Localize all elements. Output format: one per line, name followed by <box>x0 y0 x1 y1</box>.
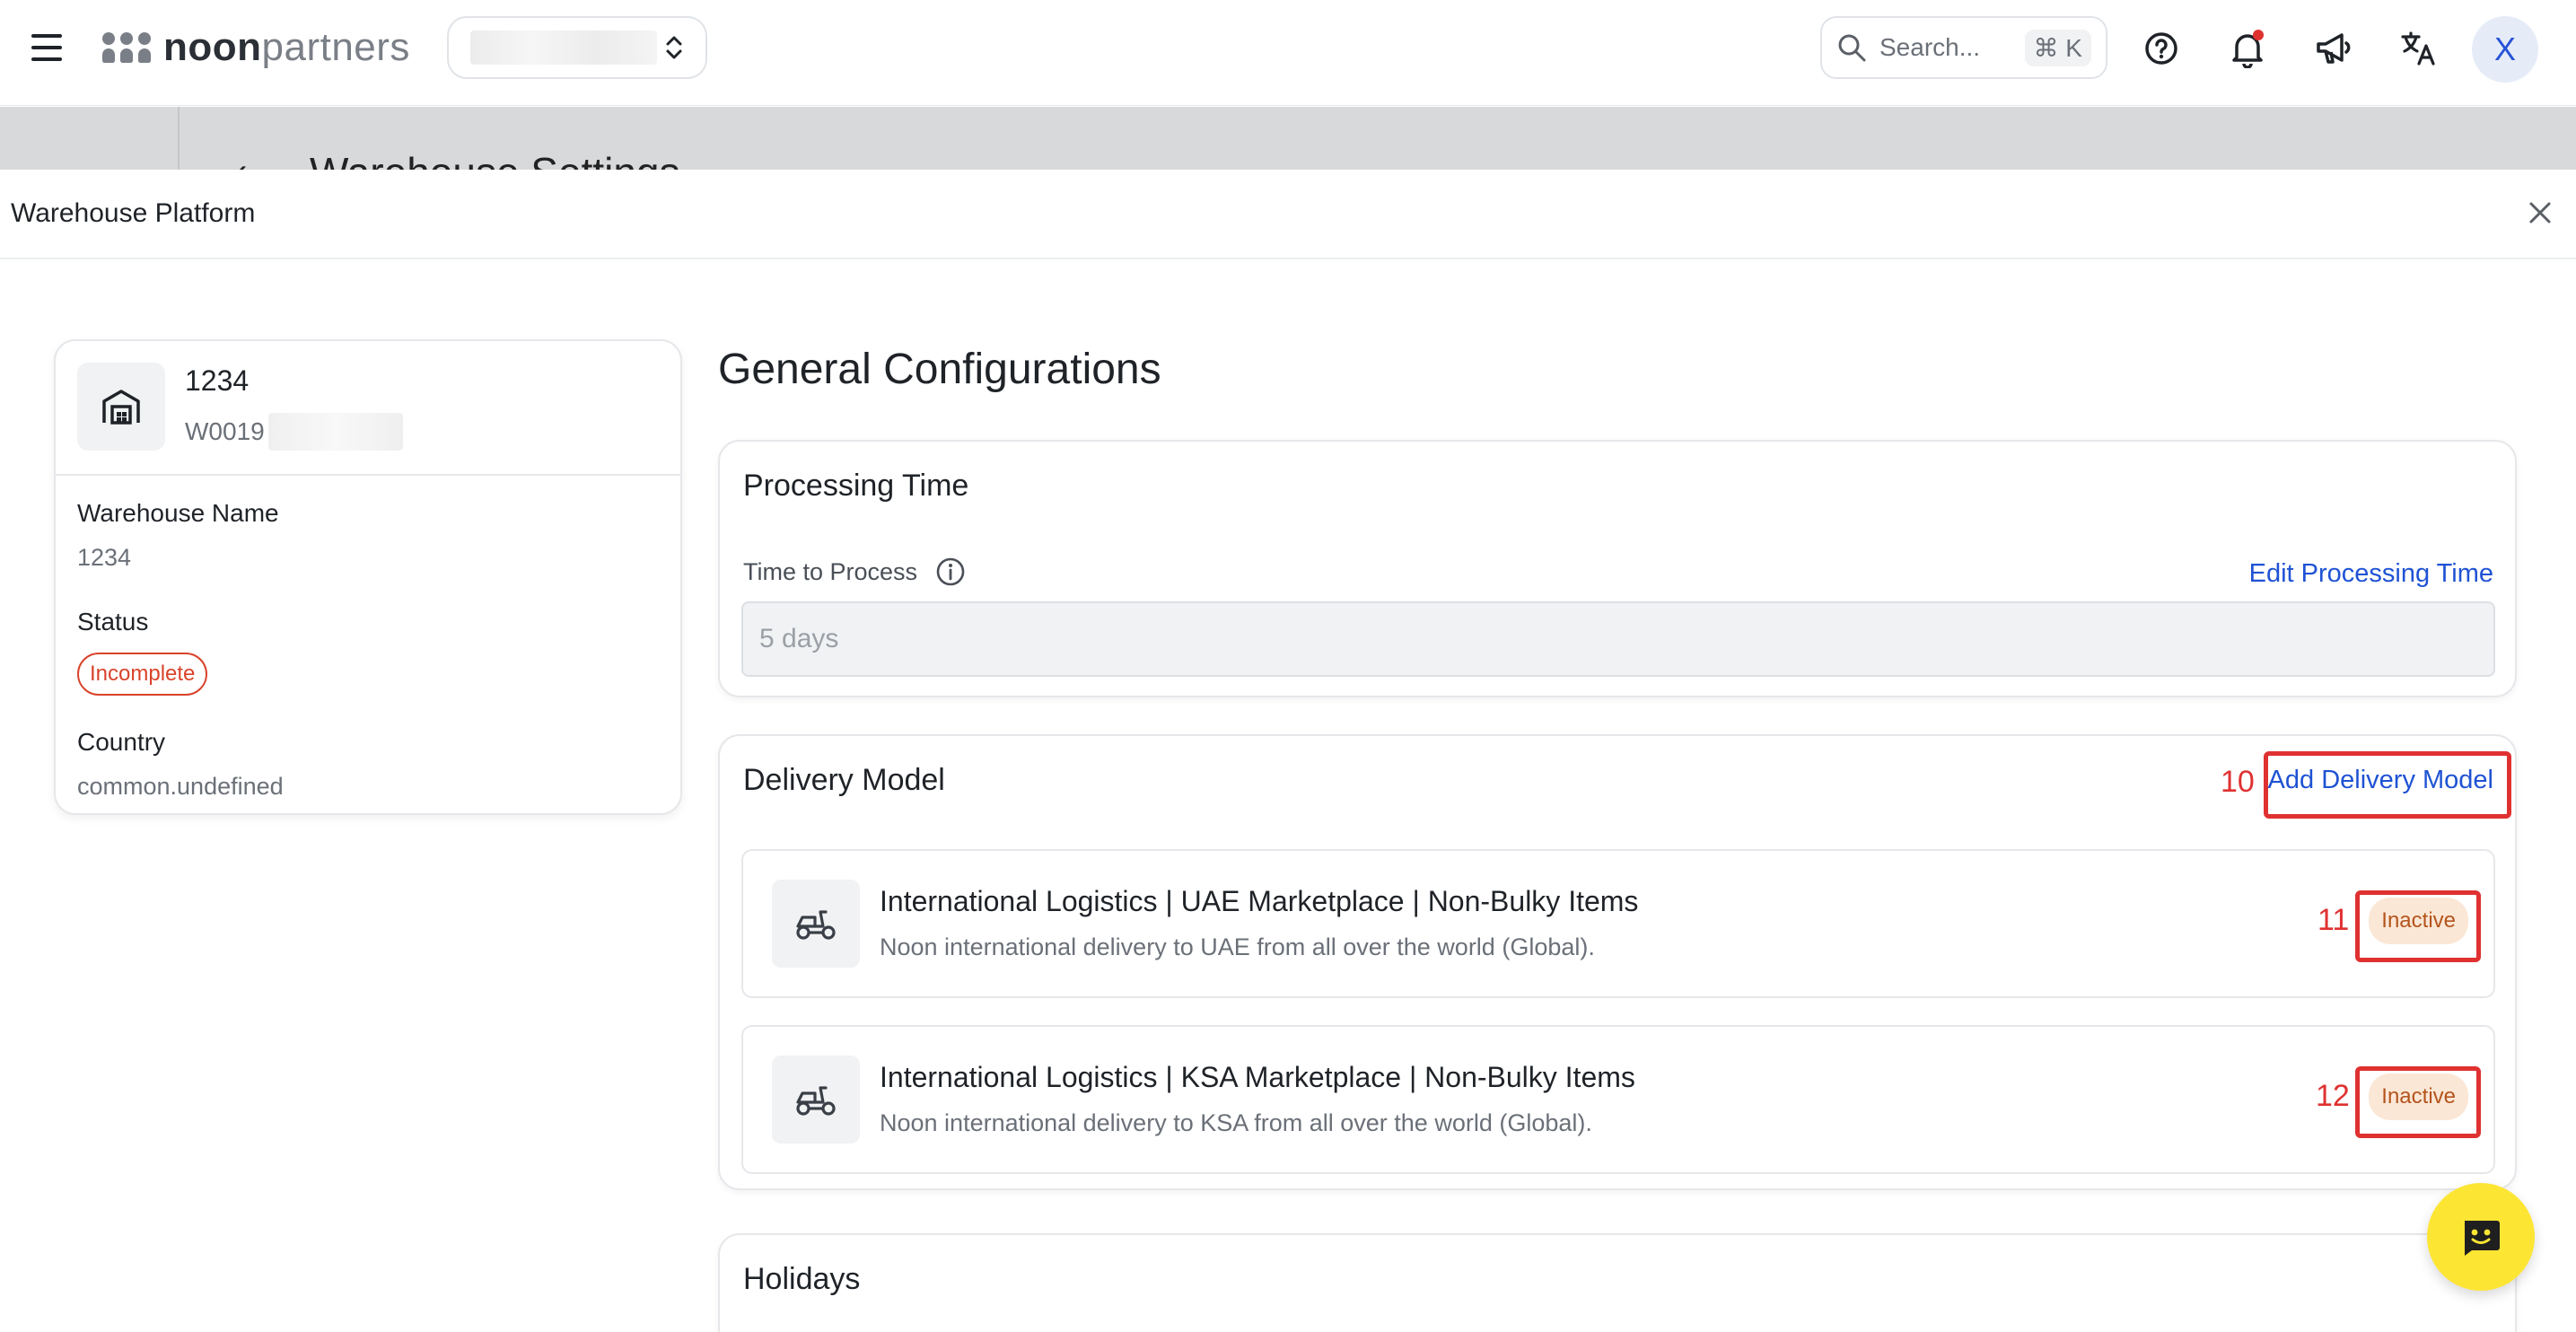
delivery-model-item[interactable]: International Logistics | KSA Marketplac… <box>741 1025 2495 1174</box>
delivery-model-description-ksa: Noon international delivery to KSA from … <box>880 1109 1592 1136</box>
close-icon[interactable] <box>2522 195 2558 231</box>
chat-bot-icon <box>2465 1221 2500 1256</box>
brand-logo[interactable]: noonpartners <box>101 23 410 72</box>
status-badge-uae: Inactive <box>2369 898 2468 944</box>
processing-time-title: Processing Time <box>743 469 969 503</box>
annotation-marker-12: 12 <box>2316 1079 2350 1113</box>
warehouse-code-prefix: W0019 <box>185 417 265 445</box>
warehouse-code: W0019 <box>185 413 403 451</box>
warehouse-id: 1234 <box>185 364 250 397</box>
delivery-model-section: Delivery Model 10 Add Delivery Model Int… <box>718 734 2517 1190</box>
country-value: common.undefined <box>77 773 284 800</box>
help-icon[interactable] <box>2140 27 2183 70</box>
brand-name-light: partners <box>261 25 410 69</box>
search-icon <box>1838 34 1866 62</box>
menu-icon[interactable] <box>29 32 65 63</box>
warehouse-platform-panel: Warehouse Platform 1234 W0019 Warehouse … <box>0 170 2576 1332</box>
delivery-model-title: Delivery Model <box>743 763 945 797</box>
add-delivery-model-link[interactable]: Add Delivery Model <box>2268 766 2493 795</box>
bell-icon[interactable] <box>2226 27 2269 70</box>
annotation-marker-10: 10 <box>2221 765 2255 799</box>
delivery-model-title-ksa: International Logistics | KSA Marketplac… <box>880 1061 1635 1093</box>
panel-title: Warehouse Platform <box>11 198 256 228</box>
search-input[interactable]: Search... <box>1879 33 2012 62</box>
updown-chevron-icon <box>666 36 682 59</box>
brand-name-bold: noon <box>163 25 262 69</box>
search-bar[interactable]: Search... ⌘ K <box>1820 16 2107 79</box>
translate-icon[interactable] <box>2396 27 2440 70</box>
holidays-title: Holidays <box>743 1262 861 1296</box>
panel-header: Warehouse Platform <box>0 170 2576 259</box>
warehouse-code-redacted <box>267 413 403 451</box>
warehouse-name-value: 1234 <box>77 544 132 571</box>
edit-processing-time-link[interactable]: Edit Processing Time <box>2249 559 2493 589</box>
store-selector[interactable] <box>447 16 707 79</box>
time-to-process-label: Time to Process <box>743 557 918 585</box>
annotation-marker-11: 11 <box>2318 903 2350 937</box>
status-label: Status <box>77 608 149 635</box>
background-back-icon: ‹ <box>235 152 247 170</box>
user-avatar[interactable]: X <box>2472 16 2538 83</box>
scooter-icon <box>772 1056 860 1144</box>
noon-logo-icon <box>101 31 153 65</box>
search-shortcut: ⌘ K <box>2024 29 2091 66</box>
store-name-redacted <box>470 31 657 65</box>
delivery-model-item[interactable]: International Logistics | UAE Marketplac… <box>741 849 2495 998</box>
warehouse-icon <box>77 363 165 451</box>
megaphone-icon[interactable] <box>2312 27 2355 70</box>
delivery-model-description-uae: Noon international delivery to UAE from … <box>880 933 1595 960</box>
warehouse-name-label: Warehouse Name <box>77 499 279 527</box>
top-bar: noonpartners Search... ⌘ K X <box>0 0 2576 106</box>
delivery-model-title-uae: International Logistics | UAE Marketplac… <box>880 885 1639 917</box>
info-icon[interactable] <box>935 556 966 587</box>
background-page: ‹ Warehouse Settings <box>0 107 2576 170</box>
status-badge: Incomplete <box>77 653 208 696</box>
status-badge-ksa: Inactive <box>2369 1073 2468 1120</box>
warehouse-summary-card: 1234 W0019 Warehouse Name 1234 Status In… <box>54 339 682 815</box>
background-page-title: Warehouse Settings <box>310 148 680 170</box>
country-label: Country <box>77 728 166 756</box>
background-sidebar-edge <box>178 107 180 170</box>
processing-time-section: Processing Time Time to Process Edit Pro… <box>718 440 2517 697</box>
holidays-section: Holidays <box>718 1233 2517 1332</box>
time-to-process-field: 5 days <box>741 601 2495 677</box>
chat-bot-button[interactable] <box>2427 1183 2535 1291</box>
scooter-icon <box>772 880 860 968</box>
general-configurations-title: General Configurations <box>718 346 1161 393</box>
